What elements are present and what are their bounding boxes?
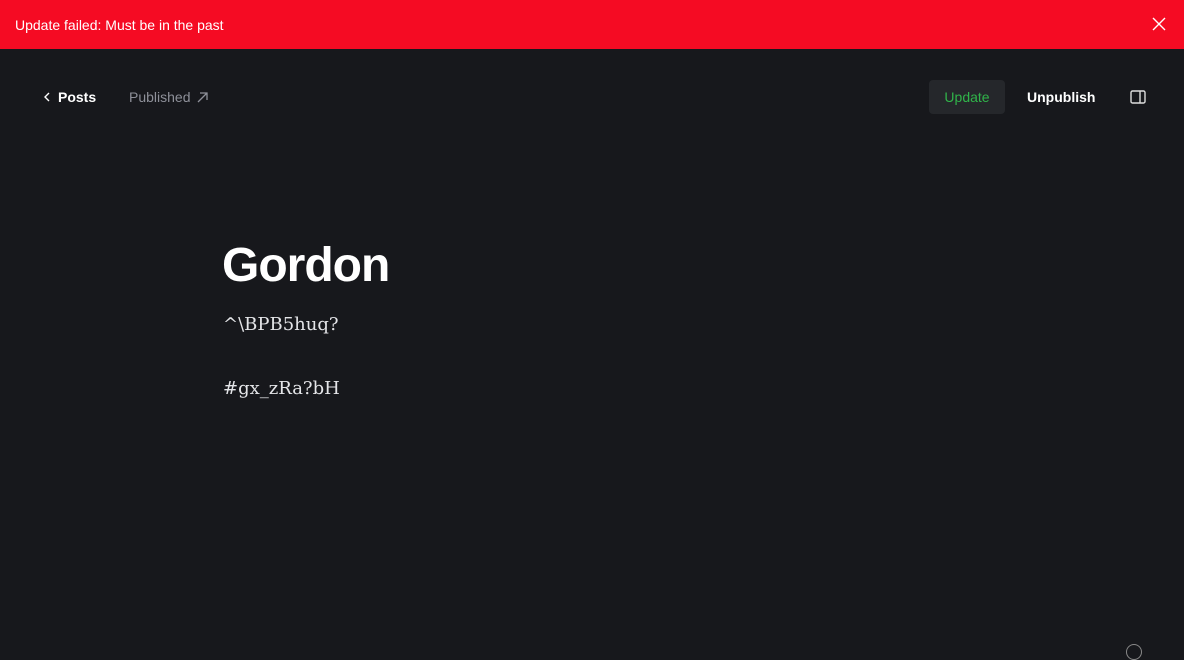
error-banner: Update failed: Must be in the past (0, 0, 1184, 49)
arrow-up-right-icon (197, 91, 208, 102)
back-label: Posts (58, 89, 97, 105)
close-icon[interactable] (1152, 17, 1166, 31)
published-status-link[interactable]: Published (129, 89, 208, 105)
unpublish-button[interactable]: Unpublish (1027, 89, 1095, 105)
status-label: Published (129, 89, 191, 105)
help-icon[interactable] (1126, 644, 1142, 660)
sidebar-toggle-icon[interactable] (1130, 89, 1146, 105)
post-paragraph[interactable]: #gx_zRa?bH (223, 378, 340, 399)
post-title[interactable]: Gordon (222, 238, 390, 293)
back-to-posts-link[interactable]: Posts (44, 89, 96, 105)
update-button[interactable]: Update (929, 80, 1005, 114)
editor-toolbar: Posts Published Update Unpublish (0, 80, 1184, 114)
chevron-left-icon (44, 92, 50, 102)
error-message: Update failed: Must be in the past (15, 16, 224, 33)
post-paragraph[interactable]: ^\BPB5huq? (223, 314, 339, 335)
